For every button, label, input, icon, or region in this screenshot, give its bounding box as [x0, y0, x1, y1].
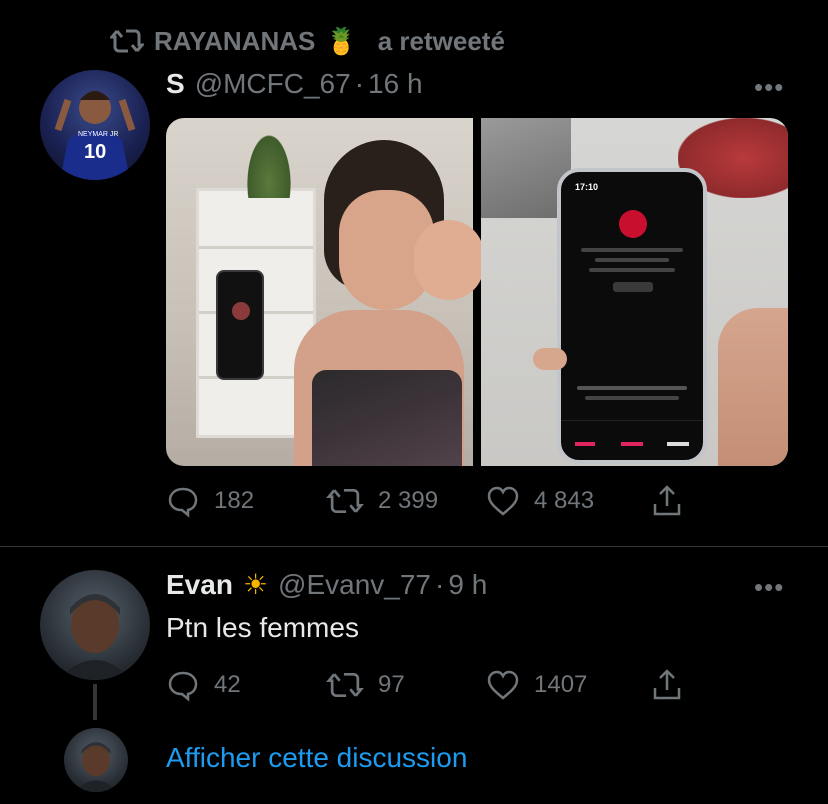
retweet-header[interactable]: RAYANANAS 🍍 a retweeté	[110, 24, 505, 58]
sun-emoji: ☀	[242, 568, 269, 601]
retweeter-name[interactable]: RAYANANAS	[154, 26, 315, 57]
more-icon[interactable]: •••	[754, 572, 784, 603]
avatar-illustration	[58, 594, 132, 680]
phone-screen: 17:10	[557, 168, 707, 464]
phone-profile-avatar	[619, 210, 647, 238]
tweet-text: Ptn les femmes	[166, 612, 359, 643]
separator-dot: ·	[354, 68, 365, 99]
author-handle[interactable]: @MCFC_67	[195, 68, 351, 100]
phone-in-hand	[216, 270, 264, 380]
reply-button[interactable]: 182	[166, 484, 326, 518]
share-icon	[652, 668, 682, 702]
tweet-header: Evan ☀ @Evanv_77 · 9 h	[166, 568, 487, 601]
author-name[interactable]: S	[166, 68, 185, 100]
svg-text:NEYMAR JR: NEYMAR JR	[78, 131, 118, 138]
hand	[718, 308, 788, 466]
author-name[interactable]: Evan	[166, 569, 233, 601]
thread-connector	[93, 684, 97, 720]
like-icon	[486, 485, 520, 517]
tweet-time[interactable]: 9 h	[448, 569, 487, 601]
reply-count: 42	[214, 671, 241, 698]
like-count: 4 843	[534, 487, 595, 514]
retweet-button[interactable]: 2 399	[326, 486, 486, 516]
retweet-count: 97	[378, 671, 405, 698]
svg-text:10: 10	[84, 141, 106, 163]
like-button[interactable]: 4 843	[486, 485, 652, 517]
phone-view-profile	[613, 282, 653, 292]
tweet-divider	[0, 546, 828, 547]
photo-right[interactable]: 17:10	[481, 118, 788, 466]
tweet-time[interactable]: 16 h	[368, 68, 423, 100]
share-button[interactable]	[652, 484, 682, 518]
pineapple-emoji: 🍍	[325, 25, 358, 56]
retweet-icon	[110, 27, 144, 55]
avatar-illustration: NEYMAR JR 10	[54, 91, 136, 180]
reply-icon	[166, 484, 200, 518]
avatar[interactable]	[64, 728, 128, 792]
avatar[interactable]: NEYMAR JR 10	[40, 70, 150, 180]
like-button[interactable]: 1407	[486, 669, 652, 701]
share-button[interactable]	[652, 668, 682, 702]
share-icon	[652, 484, 682, 518]
show-thread-link[interactable]: Afficher cette discussion	[166, 742, 467, 774]
more-icon[interactable]: •••	[754, 72, 784, 103]
avatar-illustration	[74, 741, 118, 792]
person	[284, 140, 484, 466]
retweet-icon	[326, 486, 364, 516]
tweet-actions: 182 2 399 4 843	[166, 484, 682, 518]
retweet-button[interactable]: 97	[326, 670, 486, 700]
phone-request-actions	[561, 420, 703, 460]
tweet-media[interactable]: 17:10	[166, 118, 788, 466]
thumb	[533, 348, 567, 370]
like-count: 1407	[534, 671, 588, 698]
avatar[interactable]	[40, 570, 150, 680]
reply-button[interactable]: 42	[166, 668, 326, 702]
reply-count: 182	[214, 487, 255, 514]
separator-dot: ·	[435, 568, 445, 600]
like-icon	[486, 669, 520, 701]
tweet-header: S @MCFC_67 · 16 h	[166, 68, 423, 100]
retweet-icon	[326, 670, 364, 700]
retweet-count: 2 399	[378, 487, 439, 514]
phone-clock: 17:10	[575, 182, 599, 192]
photo-left[interactable]	[166, 118, 484, 466]
author-handle[interactable]: @Evanv_77	[278, 569, 431, 601]
tweet-actions: 42 97 1407	[166, 668, 682, 702]
retweet-action-label: a retweeté	[377, 25, 505, 56]
reply-icon	[166, 668, 200, 702]
